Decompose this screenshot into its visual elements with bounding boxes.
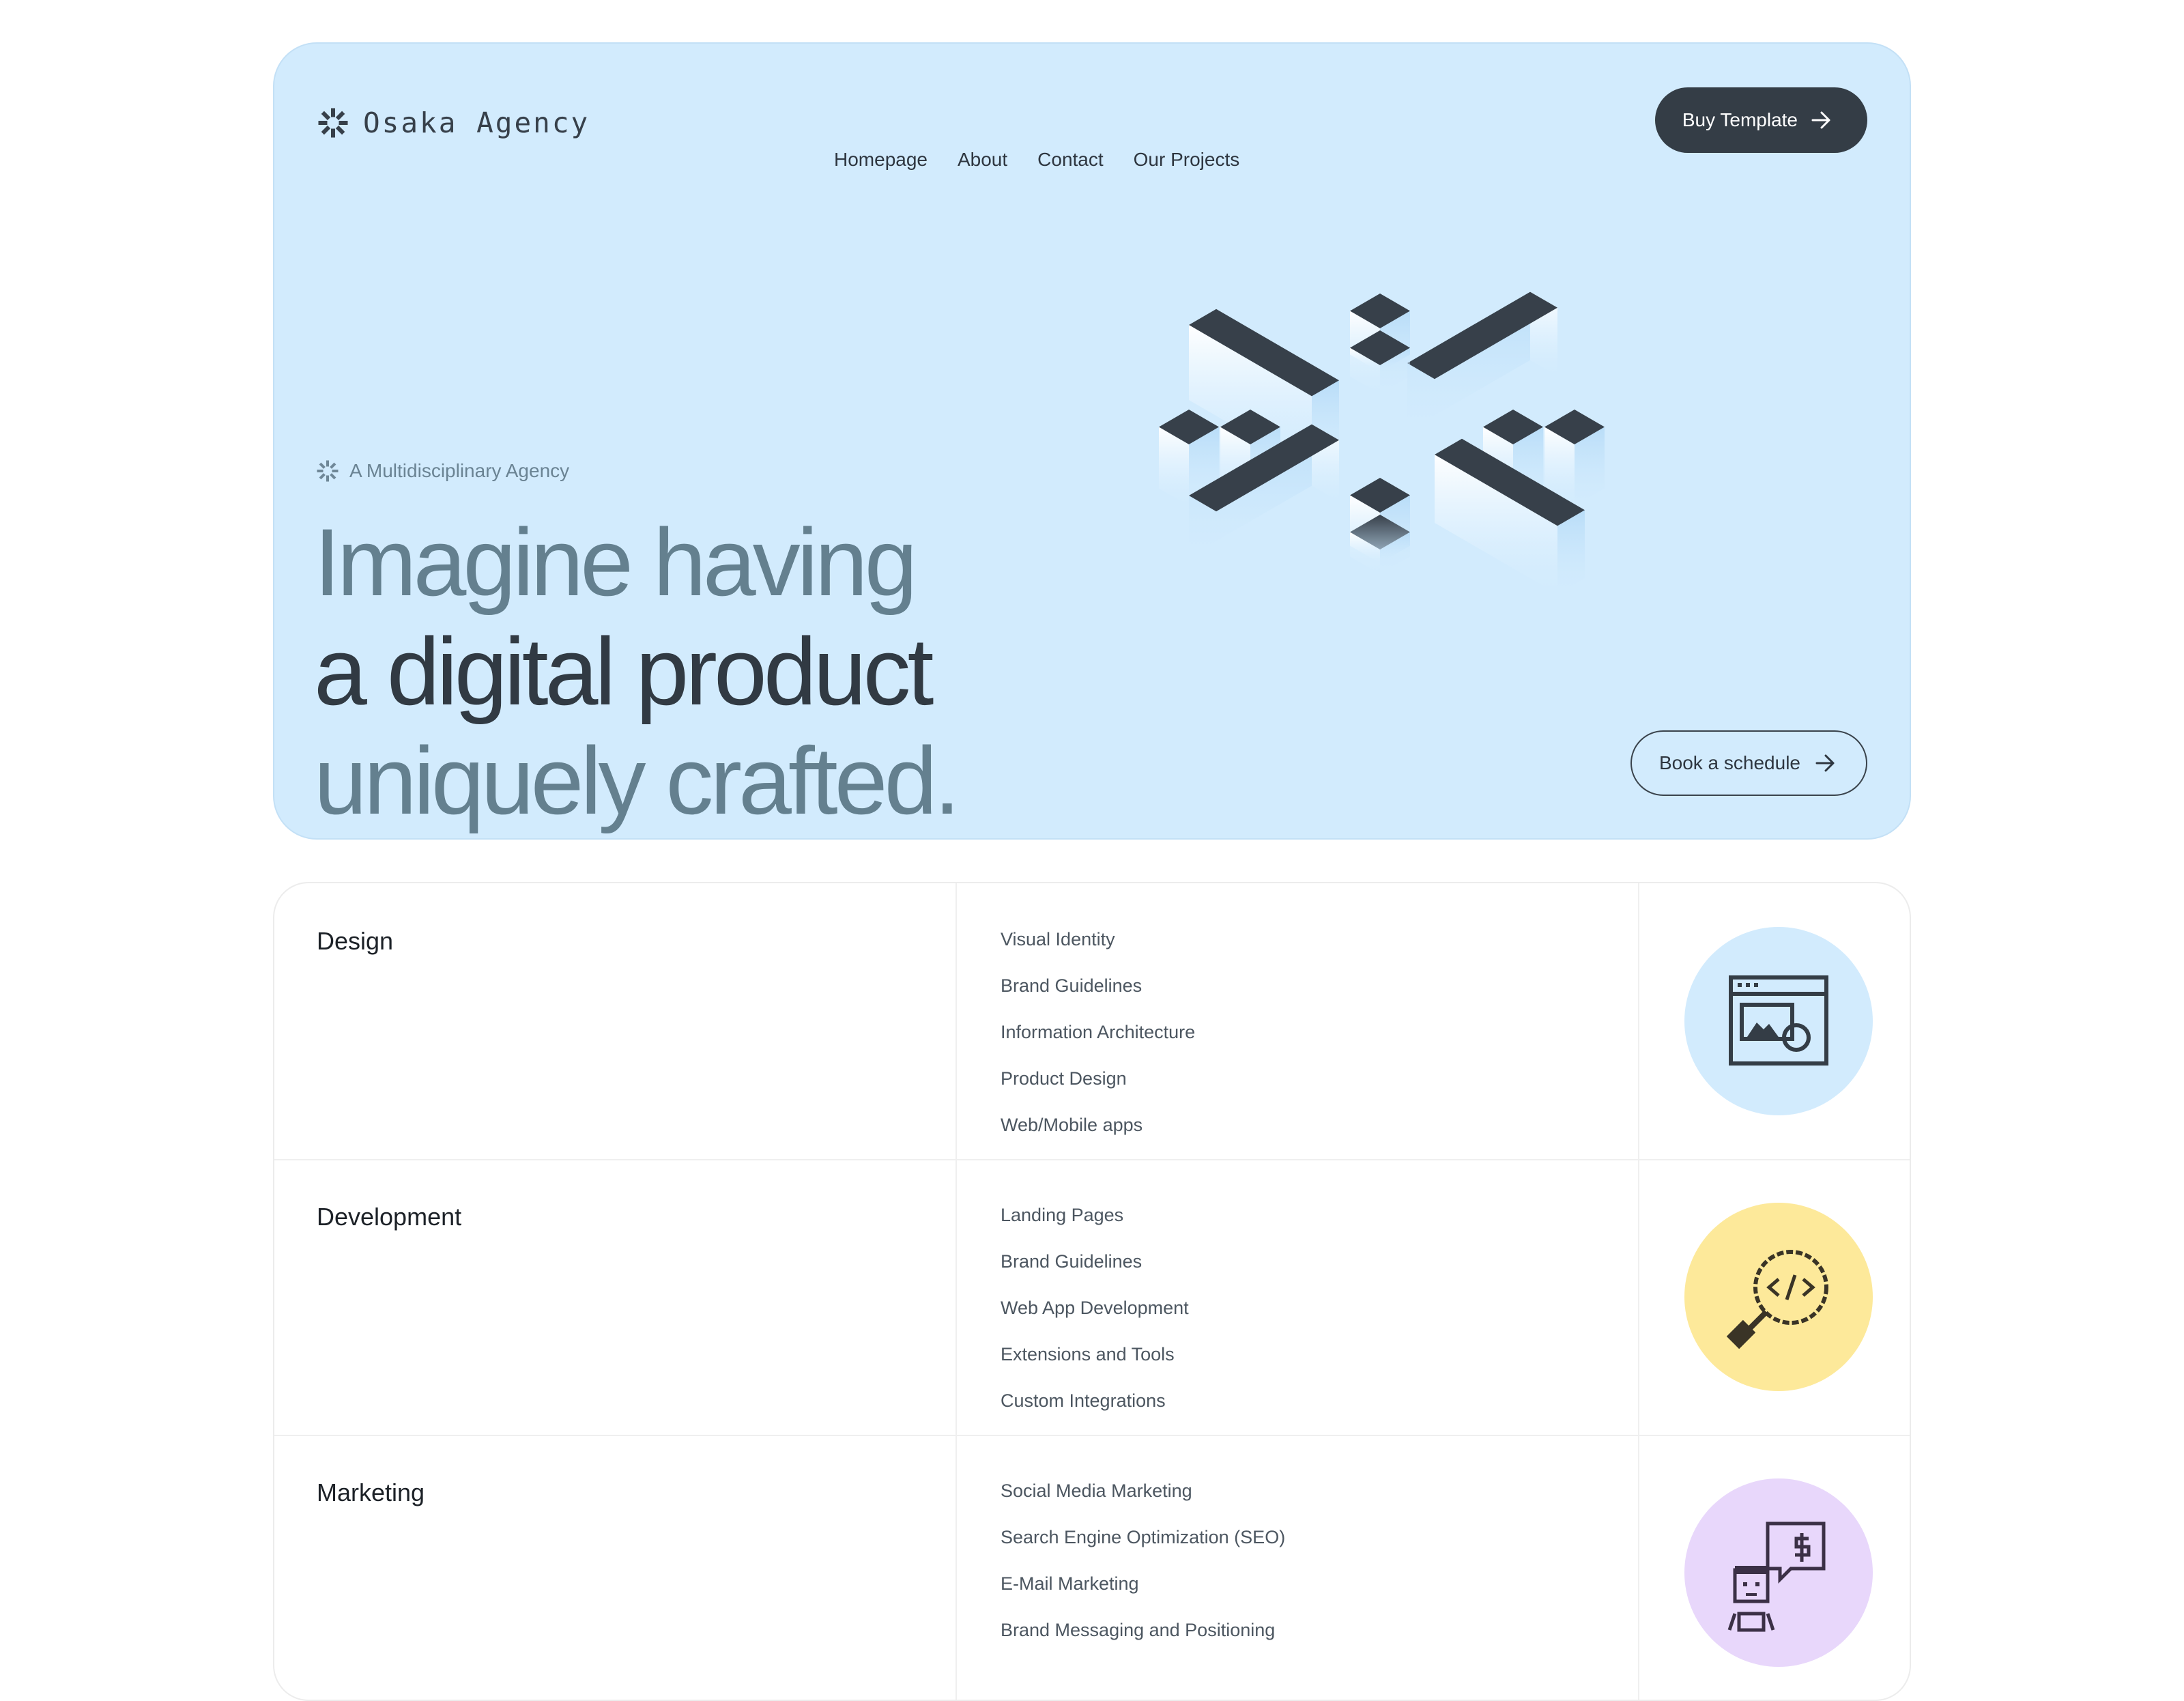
service-icon-circle <box>1684 927 1873 1115</box>
buy-template-button[interactable]: Buy Template <box>1654 87 1867 153</box>
service-item: Web/Mobile apps <box>1001 1115 1143 1135</box>
nav-link-homepage[interactable]: Homepage <box>834 149 928 171</box>
main-nav: Homepage About Contact Our Projects <box>834 149 1239 171</box>
service-items-cell: Social Media Marketing Search Engine Opt… <box>957 1435 1639 1700</box>
brand-name: Osaka Agency <box>363 106 590 139</box>
service-icon-cell <box>1639 883 1910 1159</box>
sparkle-icon <box>317 460 339 482</box>
service-row-marketing: Marketing Social Media Marketing Search … <box>274 1435 1910 1700</box>
service-items-list: Landing Pages Brand Guidelines Web App D… <box>1001 1192 1189 1424</box>
browser-image-icon <box>1729 975 1828 1066</box>
book-schedule-button[interactable]: Book a schedule <box>1630 730 1867 796</box>
headline-line-1: Imagine having <box>314 509 918 616</box>
sparkle-icon <box>318 108 348 138</box>
isometric-blocks-illustration <box>1159 291 1605 595</box>
book-schedule-label: Book a schedule <box>1658 752 1800 773</box>
service-items-list: Social Media Marketing Search Engine Opt… <box>1001 1468 1285 1653</box>
nav-link-about[interactable]: About <box>958 149 1007 171</box>
service-title-cell: Development <box>274 1159 957 1435</box>
code-magnifier-icon <box>1726 1250 1828 1349</box>
service-item: E-Mail Marketing <box>1001 1573 1139 1594</box>
service-title-cell: Marketing <box>274 1435 957 1700</box>
headline-line-3: uniquely crafted. <box>314 727 960 834</box>
service-title: Marketing <box>317 1478 425 1506</box>
arrow-right-icon <box>1811 111 1830 129</box>
service-item: Landing Pages <box>1001 1205 1124 1225</box>
service-icon-circle <box>1684 1203 1873 1391</box>
services-table: Design Visual Identity Brand Guidelines … <box>273 882 1911 1701</box>
service-title: Design <box>317 927 394 955</box>
service-items-list: Visual Identity Brand Guidelines Informa… <box>1001 916 1195 1148</box>
service-items-cell: Landing Pages Brand Guidelines Web App D… <box>957 1159 1639 1435</box>
service-row-design: Design Visual Identity Brand Guidelines … <box>274 883 1910 1160</box>
service-icon-cell <box>1639 1435 1910 1700</box>
service-item: Extensions and Tools <box>1001 1344 1175 1364</box>
service-icon-cell <box>1639 1159 1910 1435</box>
hero-headline: Imagine having a digital product uniquel… <box>314 508 960 835</box>
service-item: Brand Guidelines <box>1001 1251 1143 1272</box>
buy-template-label: Buy Template <box>1682 109 1798 130</box>
tagline-text: A Multidisciplinary Agency <box>349 460 570 481</box>
service-item: Brand Messaging and Positioning <box>1001 1620 1276 1640</box>
hero-tagline: A Multidisciplinary Agency <box>317 460 569 482</box>
arrow-right-icon <box>1815 754 1835 772</box>
nav-link-contact[interactable]: Contact <box>1037 149 1104 171</box>
service-item: Search Engine Optimization (SEO) <box>1001 1527 1286 1547</box>
nav-link-our-projects[interactable]: Our Projects <box>1134 149 1240 171</box>
service-item: Product Design <box>1001 1068 1127 1089</box>
service-row-development: Development Landing Pages Brand Guidelin… <box>274 1159 1910 1436</box>
service-item: Social Media Marketing <box>1001 1481 1192 1501</box>
service-items-cell: Visual Identity Brand Guidelines Informa… <box>957 883 1639 1159</box>
hero-section: Osaka Agency Homepage About Contact Our … <box>273 42 1911 840</box>
brand-logo[interactable]: Osaka Agency <box>318 106 590 139</box>
service-icon-circle <box>1684 1478 1873 1667</box>
service-item: Brand Guidelines <box>1001 975 1143 996</box>
service-item: Information Architecture <box>1001 1022 1196 1042</box>
service-item: Custom Integrations <box>1001 1390 1166 1411</box>
headline-line-2: a digital product <box>314 618 934 725</box>
service-item: Web App Development <box>1001 1298 1189 1318</box>
service-title: Development <box>317 1203 462 1231</box>
service-title-cell: Design <box>274 883 957 1159</box>
service-item: Visual Identity <box>1001 929 1115 949</box>
person-money-icon <box>1727 1521 1826 1632</box>
